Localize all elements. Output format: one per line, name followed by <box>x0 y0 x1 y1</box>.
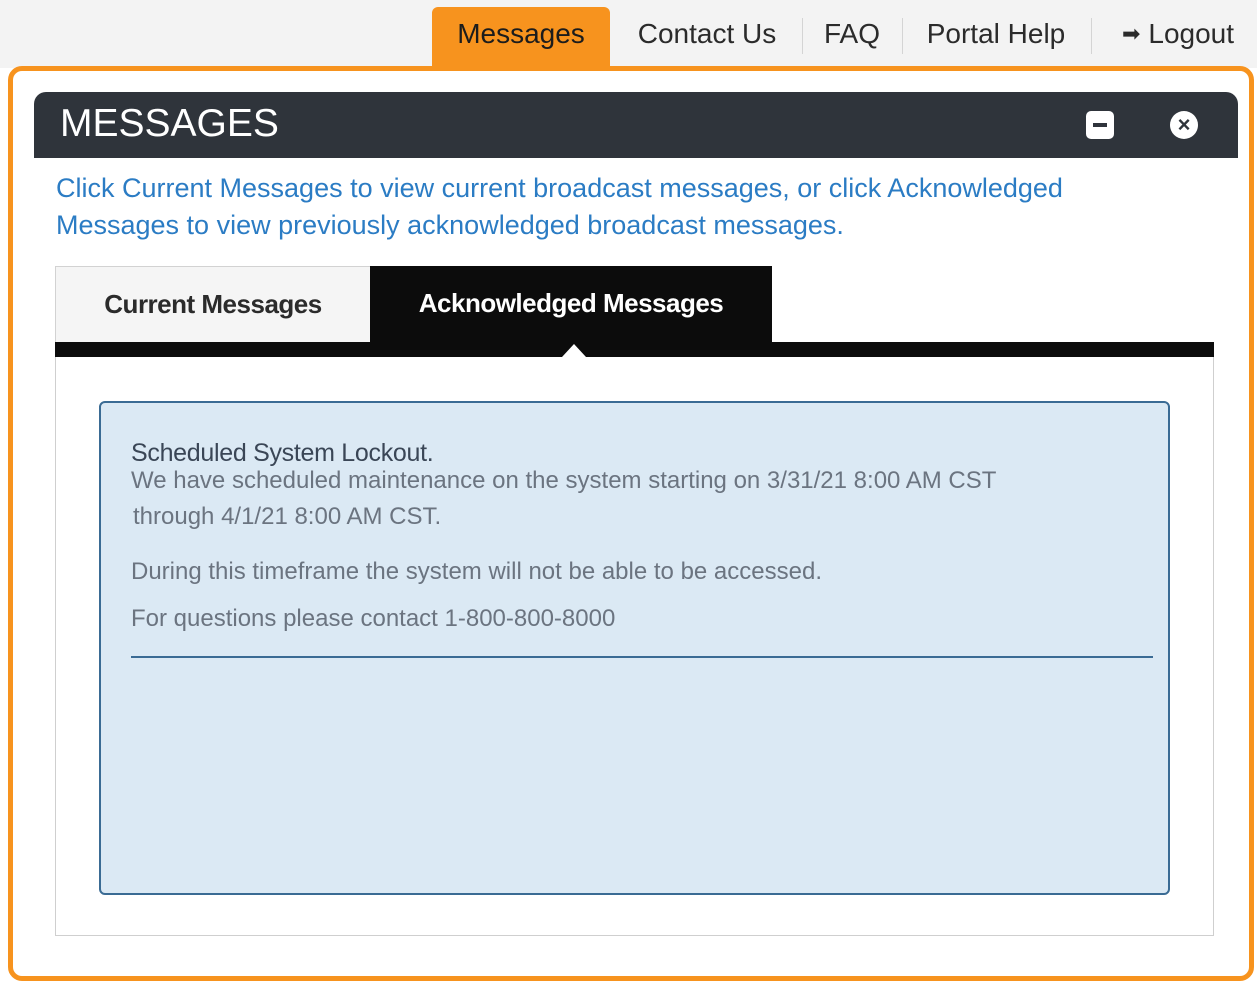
message-body-line: We have scheduled maintenance on the sys… <box>131 467 997 494</box>
panel-title: MESSAGES <box>60 102 279 145</box>
messages-panel-header: MESSAGES × <box>34 92 1238 158</box>
instructions-text: Click Current Messages to view current b… <box>56 170 1226 244</box>
nav-messages[interactable]: Messages <box>432 7 610 68</box>
message-body-line: For questions please contact 1-800-800-8… <box>131 605 616 632</box>
close-icon[interactable]: × <box>1170 111 1198 139</box>
active-tab-pointer <box>562 344 586 357</box>
message-body-line: through 4/1/21 8:00 AM CST. <box>133 503 442 530</box>
nav-contact-us[interactable]: Contact Us <box>622 7 792 68</box>
instructions-line: Messages to view previously acknowledged… <box>56 210 844 240</box>
minimize-icon[interactable] <box>1086 111 1114 139</box>
nav-logout[interactable]: ➡ Logout <box>1104 7 1252 68</box>
logout-arrow-icon: ➡ <box>1121 21 1141 46</box>
nav-divider <box>902 18 903 54</box>
page: Messages Contact Us FAQ Portal Help ➡ Log… <box>0 0 1257 981</box>
message-divider <box>131 656 1153 658</box>
message-body-line: During this timeframe the system will no… <box>131 558 822 585</box>
nav-logout-label: Logout <box>1148 18 1235 49</box>
top-nav: Messages Contact Us FAQ Portal Help ➡ Log… <box>0 0 1257 68</box>
tab-current-messages[interactable]: Current Messages <box>55 266 371 343</box>
nav-divider <box>802 18 803 54</box>
nav-faq[interactable]: FAQ <box>812 7 892 68</box>
nav-divider <box>1091 18 1092 54</box>
tab-acknowledged-messages[interactable]: Acknowledged Messages <box>370 266 772 342</box>
message-card: Scheduled System Lockout. We have schedu… <box>99 401 1170 895</box>
instructions-line: Click Current Messages to view current b… <box>56 173 1063 203</box>
nav-portal-help[interactable]: Portal Help <box>912 7 1080 68</box>
message-title: Scheduled System Lockout. <box>131 439 434 467</box>
tab-bar <box>55 342 1214 357</box>
